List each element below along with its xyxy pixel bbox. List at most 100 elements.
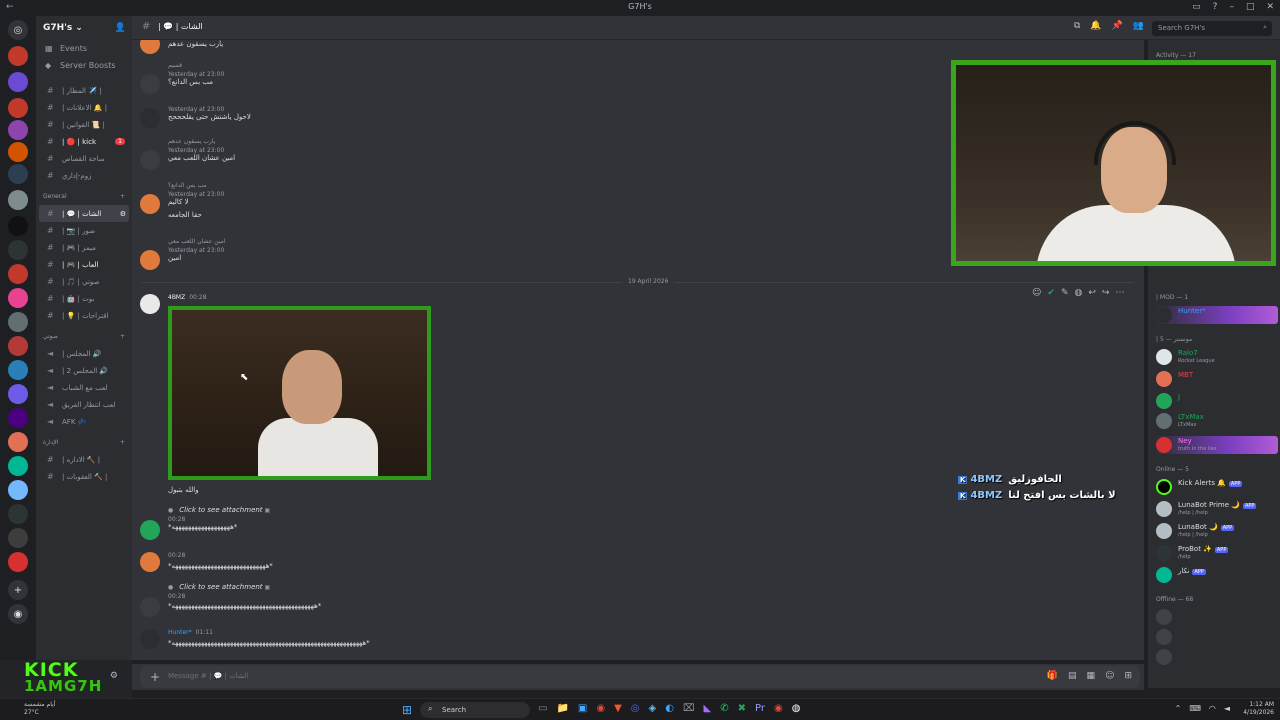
reply-preview[interactable]: ● Click to see attachment ▣ <box>168 506 1040 514</box>
avatar[interactable] <box>140 520 160 540</box>
apps-icon[interactable]: ⊞ <box>1124 671 1132 681</box>
server-icon[interactable] <box>8 240 28 260</box>
reply-preview[interactable]: قسيم <box>168 62 1040 69</box>
server-icon[interactable] <box>8 164 28 184</box>
add-reaction-icon[interactable]: ◍ <box>1074 288 1082 298</box>
member-item[interactable] <box>1154 628 1278 646</box>
member-item[interactable]: LunaBot Prime 🌙 APP /help | /help <box>1154 500 1278 518</box>
server-icon[interactable] <box>8 360 28 380</box>
avatar[interactable] <box>140 40 160 54</box>
message-author[interactable]: Hunter* <box>168 629 192 636</box>
app-icon[interactable]: ◐ <box>665 703 674 714</box>
more-icon[interactable]: ⋯ <box>1115 288 1124 298</box>
nav-events[interactable]: ▦ Events <box>36 40 132 57</box>
avatar[interactable] <box>140 250 160 270</box>
message-input[interactable]: + Message # | 💬 | الشات 🎁 ▤ ▦ ☺ ⊞ <box>140 666 1140 688</box>
nav-server-boosts[interactable]: ◆ Server Boosts <box>36 57 132 74</box>
app-icon[interactable]: ⌧ <box>683 703 695 714</box>
server-icon[interactable] <box>8 336 28 356</box>
click-to-see-attachment[interactable]: Click to see attachment <box>179 583 262 591</box>
channel-item[interactable]: # | 🤖 | بوت <box>39 290 129 307</box>
record-icon[interactable]: ◉ <box>774 703 783 714</box>
gear-icon[interactable]: ⚙ <box>120 210 126 218</box>
brave-icon[interactable]: ▼ <box>614 703 622 714</box>
steam-icon[interactable]: ◈ <box>649 703 657 714</box>
discord-home-icon[interactable]: ◎ <box>8 20 28 40</box>
category-voice[interactable]: صوتي + <box>36 328 132 345</box>
member-item[interactable]: J <box>1154 392 1278 410</box>
weather-widget[interactable]: أيام مشمسة 27°C <box>24 701 55 717</box>
inbox-icon[interactable]: ▭ <box>1192 2 1201 12</box>
maximize-icon[interactable]: □ <box>1246 2 1255 12</box>
chrome-icon[interactable]: ◉ <box>596 703 605 714</box>
member-item[interactable]: Ney truth in the lies <box>1154 436 1278 454</box>
member-item[interactable]: نكار APP <box>1154 566 1278 584</box>
gif-icon[interactable]: ▤ <box>1068 671 1077 681</box>
channel-item[interactable]: # | العقوبات 🔨 | <box>39 468 129 485</box>
avatar[interactable] <box>140 629 160 649</box>
voice-channel-item[interactable]: ◄ لعب مع الشباب <box>39 379 129 396</box>
member-item[interactable]: LTxMax LTxMax <box>1154 412 1278 430</box>
premiere-icon[interactable]: Pr <box>755 703 765 714</box>
member-item[interactable]: Hunter* <box>1154 306 1278 324</box>
reply-preview[interactable]: امين عشان اللعب معي <box>168 238 1040 245</box>
server-icon[interactable] <box>8 46 28 66</box>
avatar[interactable] <box>140 194 160 214</box>
avatar[interactable] <box>140 108 160 128</box>
plus-icon[interactable]: + <box>120 193 125 200</box>
click-to-see-attachment[interactable]: Click to see attachment <box>179 506 262 514</box>
avatar[interactable] <box>140 150 160 170</box>
close-icon[interactable]: ✕ <box>1266 2 1274 12</box>
bell-icon[interactable]: 🔔 <box>1090 21 1101 31</box>
whatsapp-icon[interactable]: ✆ <box>720 703 728 714</box>
voice-channel-item[interactable]: ◄ لعب انتظار الفريق <box>39 396 129 413</box>
channel-item[interactable]: # | الاداره 🔨 | <box>39 451 129 468</box>
server-icon[interactable] <box>8 456 28 476</box>
plus-icon[interactable]: + <box>120 439 125 446</box>
windows-start-icon[interactable]: ⊞ <box>402 703 412 717</box>
voice-channel-item[interactable]: ◄ | المجلس 🔊 <box>39 345 129 362</box>
reply-preview[interactable]: يارب يسقون عدهم <box>168 138 1040 145</box>
category-admin[interactable]: الإدارة + <box>36 434 132 451</box>
invite-icon[interactable]: 👤 <box>115 23 126 33</box>
server-icon[interactable] <box>8 408 28 428</box>
channel-item[interactable]: # | 🎮 | العاب <box>39 256 129 273</box>
user-settings-gear-icon[interactable]: ⚙ <box>110 671 118 681</box>
taskbar-clock[interactable]: 1:12 AM 4/19/2026 <box>1243 701 1274 717</box>
server-icon[interactable] <box>8 528 28 548</box>
category-general[interactable]: General + <box>36 188 132 205</box>
server-icon[interactable] <box>8 384 28 404</box>
reply-icon[interactable]: ↩ <box>1088 288 1096 298</box>
channel-item[interactable]: # | المطار ✈️ | <box>39 82 129 99</box>
member-item[interactable]: Ralo7 Rocket League <box>1154 348 1278 366</box>
discover-icon[interactable]: ◉ <box>8 604 28 624</box>
avatar[interactable] <box>140 552 160 572</box>
discord-icon[interactable]: ◎ <box>631 703 640 714</box>
server-icon[interactable] <box>8 312 28 332</box>
sticker-icon[interactable]: ▦ <box>1087 671 1096 681</box>
channel-item[interactable]: # | 🎮 | ميمز <box>39 239 129 256</box>
forward-icon[interactable]: ↪ <box>1102 288 1110 298</box>
voice-channel-item[interactable]: ◄ | المجلس 2 🔊 <box>39 362 129 379</box>
chevron-up-icon[interactable]: ⌃ <box>1175 704 1182 713</box>
member-item[interactable]: LunaBot 🌙 APP /help | /help <box>1154 522 1278 540</box>
server-icon[interactable] <box>8 552 28 572</box>
channel-item-active[interactable]: # | 💬 | الشات ⚙ <box>39 205 129 222</box>
add-server-icon[interactable]: + <box>8 580 28 600</box>
channel-item[interactable]: # | 📷 | صور <box>39 222 129 239</box>
server-icon[interactable] <box>8 480 28 500</box>
store-icon[interactable]: ▣ <box>578 703 587 714</box>
member-item[interactable] <box>1154 648 1278 666</box>
channel-item[interactable]: # | 🔴 | kick 1 <box>39 133 129 150</box>
channel-item[interactable]: # ساحة القصاص <box>39 150 129 167</box>
channel-item[interactable]: # | 🎵 | صوتي <box>39 273 129 290</box>
voice-channel-item[interactable]: ◄ AFK 💤 <box>39 413 129 430</box>
channel-item[interactable]: # | الاعلانات 🔔 | <box>39 99 129 116</box>
language-icon[interactable]: ⌨ <box>1189 704 1201 713</box>
emoji-icon[interactable]: ☺ <box>1105 671 1114 681</box>
member-item[interactable]: MBT <box>1154 370 1278 388</box>
check-icon[interactable]: ✔ <box>1047 288 1055 298</box>
members-icon[interactable]: 👥 <box>1133 21 1144 31</box>
attachment-image[interactable] <box>168 306 431 480</box>
server-icon[interactable] <box>8 264 28 284</box>
